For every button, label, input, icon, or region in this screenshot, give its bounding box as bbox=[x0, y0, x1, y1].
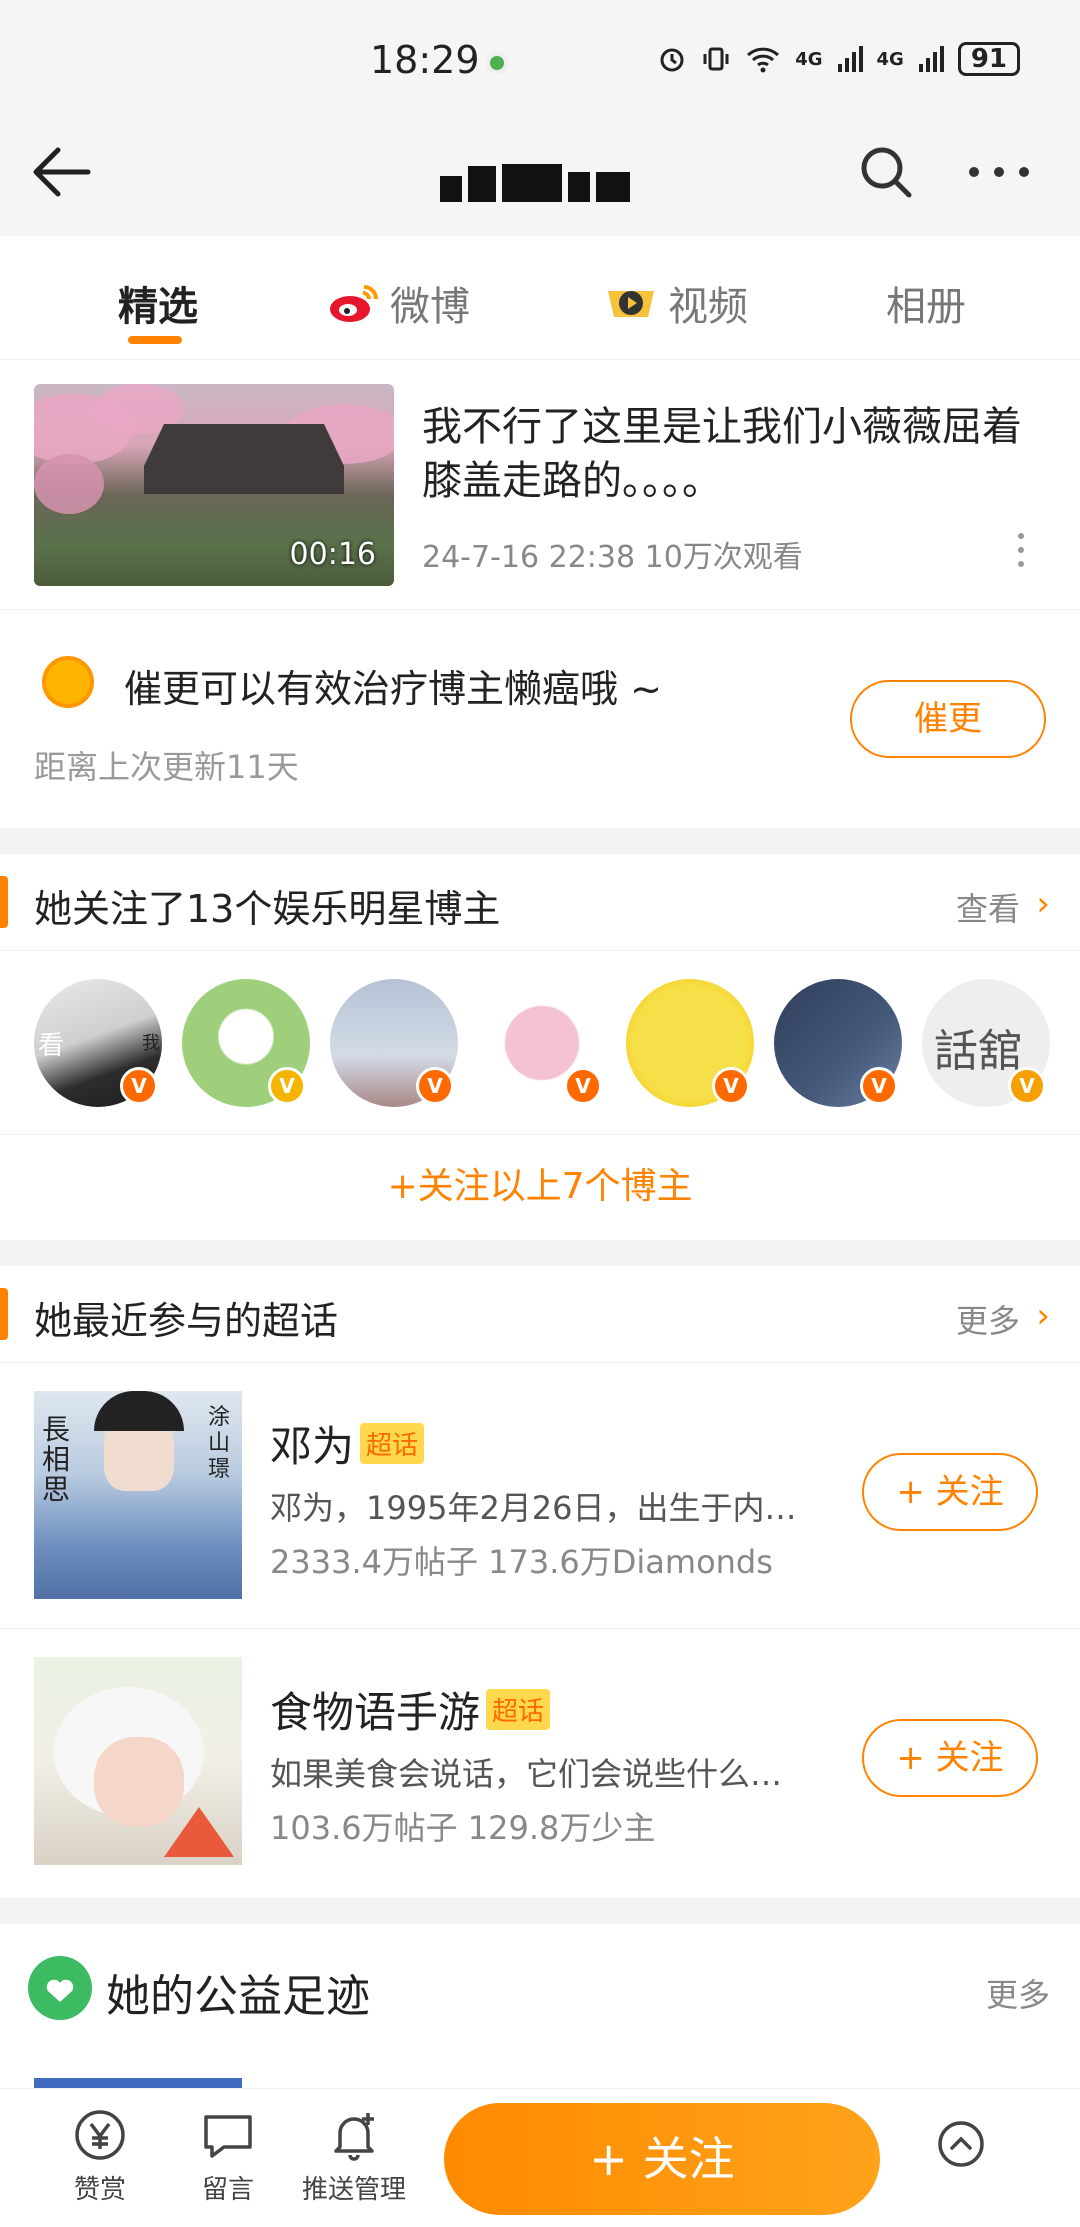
urge-text: 催更可以有效治疗博主懒癌哦 ~ bbox=[124, 667, 662, 711]
vibrate-icon bbox=[703, 47, 729, 71]
follow-all-button[interactable]: +关注以上7个博主 bbox=[0, 1134, 1080, 1240]
charity-heart-icon bbox=[28, 1956, 92, 2020]
last-update-text: 距离上次更新11天 bbox=[34, 748, 299, 786]
verified-badge-icon: V bbox=[1008, 1067, 1046, 1105]
topics-section-title: 她最近参与的超话 bbox=[34, 1299, 339, 1343]
bottom-action-bar: 赞赏 留言 推送管理 + 关注 bbox=[0, 2088, 1080, 2227]
message-icon bbox=[204, 2115, 252, 2158]
alarm-icon bbox=[660, 48, 684, 72]
tab-featured[interactable]: 精选 bbox=[118, 274, 198, 332]
section-accent-bar bbox=[0, 1288, 8, 1340]
topics-more-link[interactable]: 更多 bbox=[956, 1296, 1020, 1342]
section-divider bbox=[0, 1240, 1080, 1266]
tab-album[interactable]: 相册 bbox=[886, 274, 966, 332]
nav-bar bbox=[0, 110, 1080, 236]
network-label-1: 4G bbox=[795, 48, 823, 70]
alarm-clock-icon bbox=[42, 656, 94, 708]
follows-section-header: 她关注了13个娱乐明星博主 查看 › bbox=[0, 854, 1080, 950]
avatar-text-overlay: 我 bbox=[142, 1033, 160, 1054]
video-duration: 00:16 bbox=[289, 537, 376, 572]
scroll-top-icon[interactable] bbox=[936, 2119, 986, 2169]
video-meta: 24-7-16 22:38 10万次观看 bbox=[422, 540, 803, 575]
profile-tabs: 精选 微博 视频 相册 bbox=[0, 236, 1080, 360]
topic-item[interactable]: 長相思 涂山璟 邓为 超话 邓为，1995年2月26日，出生于内… 2333.4… bbox=[0, 1362, 1080, 1628]
push-settings-button[interactable]: 推送管理 bbox=[294, 2107, 414, 2206]
urge-update-button[interactable]: 催更 bbox=[850, 680, 1046, 758]
topic-follow-button[interactable]: + 关注 bbox=[862, 1453, 1038, 1531]
comment-button[interactable]: 留言 bbox=[168, 2107, 288, 2206]
topic-stats: 103.6万帖子 129.8万少主 bbox=[270, 1809, 656, 1847]
bell-plus-icon bbox=[334, 2113, 374, 2161]
verified-badge-icon: V bbox=[268, 1067, 306, 1105]
video-card[interactable]: 00:16 我不行了这里是让我们小薇薇屈着膝盖走路的。。。。 24-7-16 2… bbox=[0, 360, 1080, 610]
status-icons: 4G 4G 91 bbox=[657, 42, 1020, 76]
video-thumbnail[interactable]: 00:16 bbox=[34, 384, 394, 586]
topic-thumb-text: 長相思 bbox=[42, 1413, 71, 1506]
follows-view-link[interactable]: 查看 bbox=[956, 884, 1020, 930]
tab-weibo[interactable]: 微博 bbox=[326, 274, 470, 332]
follow-button[interactable]: + 关注 bbox=[444, 2103, 880, 2215]
verified-badge-icon: V bbox=[416, 1067, 454, 1105]
verified-badge-icon: V bbox=[712, 1067, 750, 1105]
follows-section-title: 她关注了13个娱乐明星博主 bbox=[34, 887, 501, 931]
charity-section-header: 她的公益足迹 更多 bbox=[0, 1924, 1080, 2048]
network-label-2: 4G bbox=[876, 48, 904, 70]
topic-description: 如果美食会说话，它们会说些什么… bbox=[270, 1755, 783, 1793]
verified-badge-icon: V bbox=[860, 1067, 898, 1105]
tab-video[interactable]: 视频 bbox=[604, 274, 748, 332]
signal-icon-2 bbox=[918, 46, 944, 72]
topics-section-header: 她最近参与的超话 更多 › bbox=[0, 1266, 1080, 1362]
signal-icon bbox=[837, 46, 863, 72]
topic-follow-button[interactable]: + 关注 bbox=[862, 1719, 1038, 1797]
urge-update-card: 催更可以有效治疗博主懒癌哦 ~ 距离上次更新11天 催更 bbox=[0, 610, 1080, 828]
wifi-icon bbox=[747, 47, 780, 73]
super-topic-badge: 超话 bbox=[486, 1689, 551, 1730]
vertical-more-icon[interactable] bbox=[1016, 532, 1026, 568]
avatar-text-overlay: 話舘 bbox=[934, 1026, 1022, 1077]
avatar-text-overlay: 看 bbox=[38, 1031, 65, 1061]
verified-badge-icon: V bbox=[564, 1067, 602, 1105]
super-topic-badge: 超话 bbox=[360, 1423, 425, 1464]
followed-avatars-row: 看 我 V V V V V V 話舘 V bbox=[0, 950, 1080, 1134]
chevron-right-icon[interactable]: › bbox=[1036, 884, 1050, 924]
search-icon[interactable] bbox=[858, 144, 914, 200]
verified-badge-icon: V bbox=[120, 1067, 158, 1105]
section-divider bbox=[0, 1898, 1080, 1924]
topic-description: 邓为，1995年2月26日，出生于内… bbox=[270, 1489, 797, 1527]
topic-thumb-text: 涂山璟 bbox=[208, 1405, 231, 1482]
more-icon[interactable] bbox=[964, 152, 1034, 192]
charity-title: 她的公益足迹 bbox=[106, 1971, 370, 2022]
back-arrow-icon[interactable] bbox=[30, 144, 94, 200]
chevron-right-icon[interactable]: › bbox=[1036, 1296, 1050, 1336]
reward-yen-icon bbox=[75, 2110, 125, 2160]
section-accent-bar bbox=[0, 876, 8, 928]
topic-stats: 2333.4万帖子 173.6万Diamonds bbox=[270, 1543, 773, 1581]
section-divider bbox=[0, 828, 1080, 854]
topic-name: 食物语手游 超话 bbox=[270, 1679, 551, 1740]
topic-thumbnail bbox=[34, 1657, 242, 1865]
video-badge-icon bbox=[608, 291, 654, 317]
status-time: 18:29 bbox=[370, 38, 480, 82]
topic-item[interactable]: 食物语手游 超话 如果美食会说话，它们会说些什么… 103.6万帖子 129.8… bbox=[0, 1628, 1080, 1894]
nav-title-redacted bbox=[440, 164, 650, 204]
video-title[interactable]: 我不行了这里是让我们小薇薇屈着膝盖走路的。。。。 bbox=[422, 400, 1042, 508]
topic-name: 邓为 超话 bbox=[270, 1413, 425, 1474]
reward-button[interactable]: 赞赏 bbox=[40, 2107, 160, 2206]
active-tab-indicator bbox=[128, 336, 182, 344]
battery-indicator: 91 bbox=[957, 42, 1020, 76]
topic-thumbnail: 長相思 涂山璟 bbox=[34, 1391, 242, 1599]
weibo-logo-icon bbox=[330, 285, 378, 322]
notification-dot-icon bbox=[486, 52, 508, 74]
charity-more-link[interactable]: 更多 bbox=[986, 1970, 1050, 2016]
